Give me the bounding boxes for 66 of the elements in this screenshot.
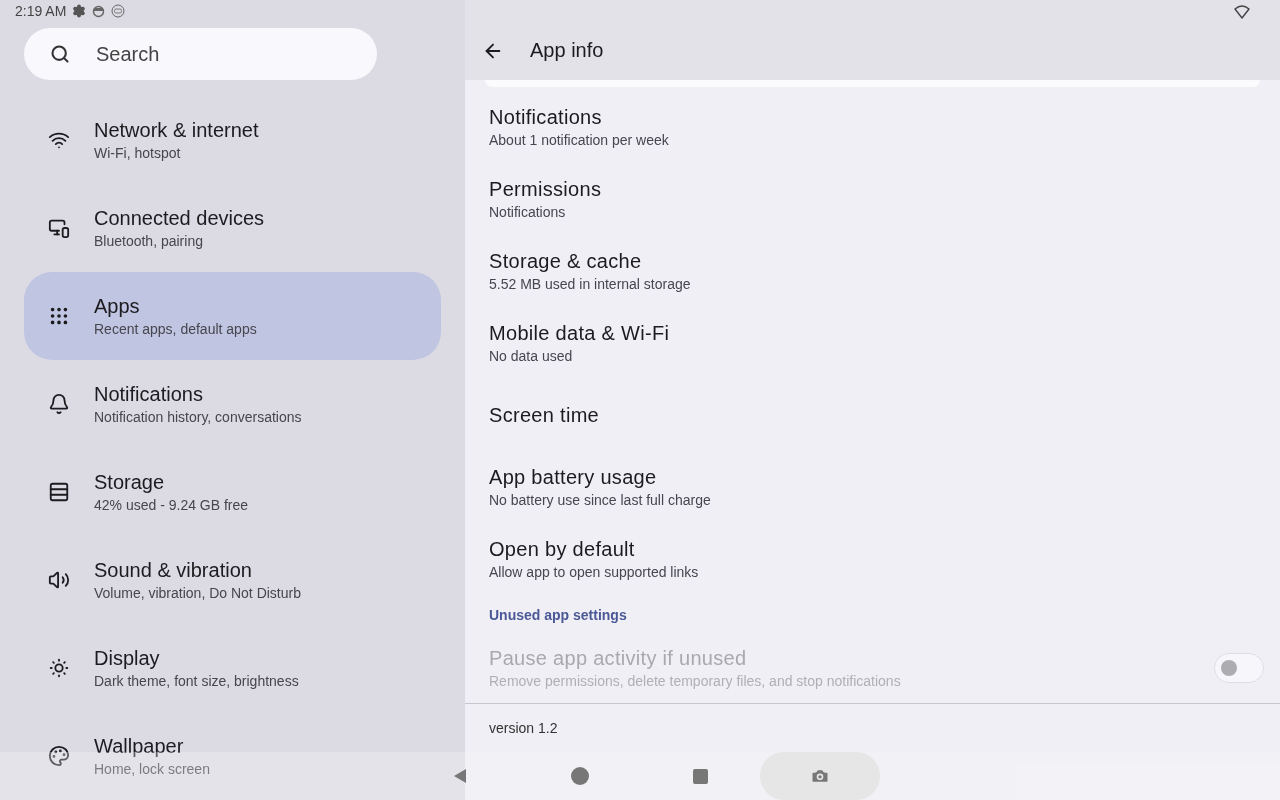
settings-row[interactable]: Permissions Notifications — [465, 163, 1280, 235]
row-title: Pause app activity if unused — [489, 646, 748, 670]
category-subtitle: 42% used - 9.24 GB free — [94, 497, 249, 513]
search-icon — [50, 44, 70, 64]
version-label: version 1.2 — [488, 719, 559, 738]
apps-grid-icon — [48, 305, 70, 327]
row-title: App battery usage — [489, 466, 658, 489]
settings-category[interactable]: Wallpaper Home, lock screen — [24, 712, 441, 800]
settings-row[interactable]: Open by default Allow app to open supported links — [465, 523, 1280, 595]
category-subtitle: Bluetooth, pairing — [94, 233, 204, 249]
category-title: Network & internet — [94, 119, 259, 142]
speaker-icon — [48, 569, 70, 591]
status-icon — [111, 4, 126, 18]
settings-icon — [72, 4, 87, 18]
category-title: Notifications — [94, 383, 204, 406]
category-title: Connected devices — [94, 207, 265, 230]
settings-row[interactable]: App battery usage No battery use since last full charge — [465, 451, 1280, 523]
category-subtitle: Dark theme, font size, brightness — [94, 673, 299, 689]
row-title: Screen time — [489, 403, 599, 427]
page-title: App info — [530, 39, 604, 62]
bell-icon — [48, 393, 70, 415]
devices-icon — [48, 217, 70, 239]
settings-category[interactable]: Notifications Notification history, conversations — [24, 360, 441, 448]
category-title: Sound & vibration — [94, 559, 253, 582]
palette-icon — [48, 745, 70, 767]
row-subtitle: Notifications — [489, 204, 567, 220]
settings-category[interactable]: Storage 42% used - 9.24 GB free — [24, 448, 441, 536]
category-title: Storage — [94, 471, 166, 494]
storage-icon — [48, 481, 70, 503]
row-subtitle: No battery use since last full charge — [489, 492, 711, 508]
settings-category[interactable]: Network & internet Wi-Fi, hotspot — [24, 96, 441, 184]
category-subtitle: Recent apps, default apps — [94, 321, 257, 337]
row-subtitle: No data used — [489, 348, 574, 364]
row-subtitle: Remove permissions, delete temporary files, and stop notifications — [489, 672, 901, 689]
status-icon — [92, 4, 106, 18]
section-header: Unused app settings — [488, 606, 628, 625]
settings-category[interactable]: Sound & vibration Volume, vibration, Do Not Disturb — [24, 536, 441, 624]
settings-category[interactable]: Display Dark theme, font size, brightness — [24, 624, 441, 712]
triangle-icon — [452, 768, 468, 784]
category-subtitle: Home, lock screen — [94, 761, 210, 777]
row-title: Notifications — [489, 106, 603, 129]
search-field[interactable]: Search — [24, 28, 377, 80]
category-title: Wallpaper — [94, 735, 185, 758]
wifi-signal-icon — [1234, 5, 1250, 19]
brightness-icon — [48, 657, 70, 679]
row-subtitle: Allow app to open supported links — [489, 564, 699, 580]
screenshot-button[interactable] — [760, 752, 880, 800]
settings-row[interactable]: Storage & cache 5.52 MB used in internal storage — [465, 235, 1280, 307]
settings-row[interactable]: Screen time — [465, 379, 1280, 451]
settings-row[interactable]: Notifications About 1 notification per week — [465, 91, 1280, 163]
settings-row[interactable]: Mobile data & Wi-Fi No data used — [465, 307, 1280, 379]
category-subtitle: Wi-Fi, hotspot — [94, 145, 182, 161]
row-title: Permissions — [489, 178, 602, 201]
settings-category[interactable]: Connected devices Bluetooth, pairing — [24, 184, 441, 272]
row-title: Storage & cache — [489, 250, 643, 273]
circle-icon — [571, 767, 589, 785]
row-subtitle: About 1 notification per week — [489, 132, 669, 148]
category-subtitle: Notification history, conversations — [94, 409, 302, 425]
category-title: Apps — [94, 295, 141, 318]
category-subtitle: Volume, vibration, Do Not Disturb — [94, 585, 301, 601]
row-title: Mobile data & Wi-Fi — [489, 322, 670, 345]
status-time: 2:19 AM — [15, 3, 67, 19]
category-title: Display — [94, 647, 161, 670]
settings-category[interactable]: Apps Recent apps, default apps — [24, 272, 441, 360]
row-subtitle: 5.52 MB used in internal storage — [489, 276, 691, 292]
row-title: Open by default — [489, 538, 636, 561]
